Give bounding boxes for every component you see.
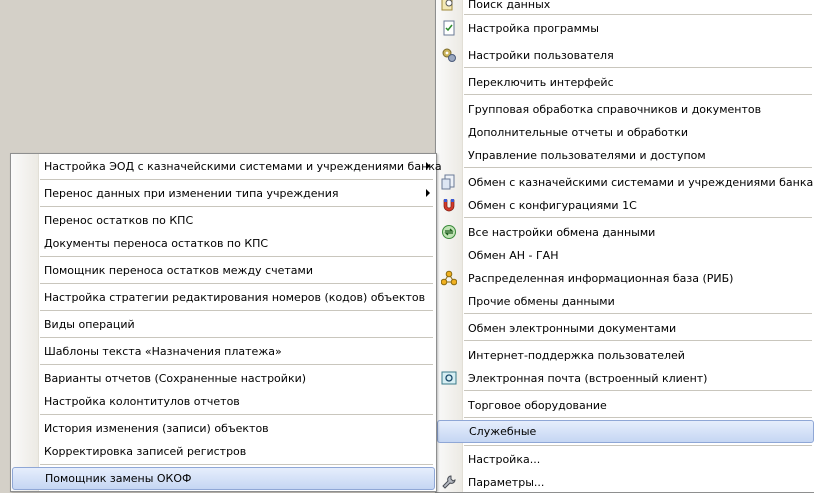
menu-separator <box>40 179 433 180</box>
menu-item-label: Виды операций <box>44 317 135 331</box>
submenu-item-payment-text-templates[interactable]: Шаблоны текста «Назначения платежа» <box>11 340 436 362</box>
menu-item-label: Обмен с казначейскими системами и учрежд… <box>468 175 814 189</box>
distributed-nodes-icon <box>441 270 457 286</box>
menu-item-1c-exchange[interactable]: Обмен с конфигурациями 1С <box>436 194 814 216</box>
submenu-item-report-headers-footers[interactable]: Настройка колонтитулов отчетов <box>11 390 436 412</box>
menu-item-label: Настройка... <box>468 452 541 466</box>
menu-separator <box>464 313 812 314</box>
menu-separator <box>464 14 812 15</box>
menu-item-label: Прочие обмены данными <box>468 294 615 308</box>
menu-item-user-management[interactable]: Управление пользователями и доступом <box>436 144 814 166</box>
menu-item-program-settings[interactable]: Настройка программы <box>436 17 814 39</box>
menu-item-label: Настройки пользователя <box>468 48 614 62</box>
service-submenu: Настройка ЭОД с казначейскими системами … <box>10 153 442 492</box>
menu-item-label: Групповая обработка справочников и докум… <box>468 102 762 116</box>
menu-item-distributed-infobase[interactable]: Распределенная информационная база (РИБ) <box>436 267 814 289</box>
submenu-item-data-transfer[interactable]: Перенос данных при изменении типа учрежд… <box>11 182 436 204</box>
menu-item-label: Служебные <box>469 425 537 438</box>
email-icon <box>441 371 457 385</box>
menu-item-label: Перенос данных при изменении типа учрежд… <box>44 186 339 200</box>
menu-item-other-exchanges[interactable]: Прочие обмены данными <box>436 290 814 312</box>
wrench-icon <box>442 475 456 489</box>
menu-item-label: Дополнительные отчеты и обработки <box>468 125 689 139</box>
menu-item-label: Распределенная информационная база (РИБ) <box>468 271 734 285</box>
menu-item-label: Электронная почта (встроенный клиент) <box>468 371 708 385</box>
magnifier-icon <box>441 0 453 11</box>
menu-item-label: Корректировка записей регистров <box>44 444 247 458</box>
menu-item-edocument-exchange[interactable]: Обмен электронными документами <box>436 317 814 339</box>
menu-separator <box>40 310 433 311</box>
menu-item-label: Настройка колонтитулов отчетов <box>44 394 240 408</box>
menu-separator <box>464 217 812 218</box>
submenu-arrow-icon <box>426 189 430 197</box>
menu-item-data-search[interactable]: Поиск данных <box>436 0 814 13</box>
settings-document-icon <box>443 20 455 36</box>
user-settings-gears-icon <box>442 48 456 62</box>
menu-item-treasury-exchange[interactable]: Обмен с казначейскими системами и учрежд… <box>436 171 814 193</box>
menu-item-group-processing[interactable]: Групповая обработка справочников и докум… <box>436 98 814 120</box>
submenu-arrow-icon <box>426 162 430 170</box>
menu-item-label: Перенос остатков по КПС <box>44 213 194 227</box>
menu-item-trade-equipment[interactable]: Торговое оборудование <box>436 394 814 416</box>
menu-separator <box>464 390 812 391</box>
submenu-item-numbering-strategy[interactable]: Настройка стратегии редактирования номер… <box>11 286 436 308</box>
menu-separator <box>464 167 812 168</box>
menu-item-label: Интернет-поддержка пользователей <box>468 348 685 362</box>
exchange-settings-icon <box>442 225 456 239</box>
submenu-item-kps-transfer-documents[interactable]: Документы переноса остатков по КПС <box>11 232 436 254</box>
submenu-item-register-correction[interactable]: Корректировка записей регистров <box>11 440 436 462</box>
menu-separator <box>40 256 433 257</box>
menu-item-label: Обмен АН - ГАН <box>468 248 559 262</box>
menu-item-label: Настройка стратегии редактирования номер… <box>44 290 426 304</box>
menu-item-label: Помощник переноса остатков между счетами <box>44 263 313 277</box>
treasury-exchange-icon <box>441 174 455 190</box>
menu-item-label: Шаблоны текста «Назначения платежа» <box>44 344 282 358</box>
menu-item-label: Настройка программы <box>468 21 599 35</box>
menu-item-label: Торговое оборудование <box>468 398 607 412</box>
menu-separator <box>464 445 812 446</box>
menu-item-parameters[interactable]: Параметры... <box>436 471 814 493</box>
menu-item-additional-reports[interactable]: Дополнительные отчеты и обработки <box>436 121 814 143</box>
menu-item-label: Все настройки обмена данными <box>468 225 656 239</box>
menu-item-internet-support[interactable]: Интернет-поддержка пользователей <box>436 344 814 366</box>
menu-item-label: Помощник замены ОКОФ <box>45 472 192 485</box>
menu-item-label: Обмен с конфигурациями 1С <box>468 198 637 212</box>
magnet-icon <box>443 199 455 212</box>
menu-item-switch-interface[interactable]: Переключить интерфейс <box>436 71 814 93</box>
menu-separator <box>464 417 812 418</box>
menu-item-user-settings[interactable]: Настройки пользователя <box>436 44 814 66</box>
menu-item-label: Документы переноса остатков по КПС <box>44 236 269 250</box>
menu-separator <box>40 283 433 284</box>
menu-item-all-exchange-settings[interactable]: Все настройки обмена данными <box>436 221 814 243</box>
menu-item-label: Переключить интерфейс <box>468 75 614 89</box>
submenu-item-account-transfer-wizard[interactable]: Помощник переноса остатков между счетами <box>11 259 436 281</box>
submenu-item-eod-settings[interactable]: Настройка ЭОД с казначейскими системами … <box>11 155 442 177</box>
menu-separator <box>40 206 433 207</box>
submenu-item-okof-replacement-wizard[interactable]: Помощник замены ОКОФ <box>12 467 435 490</box>
menu-item-email-client[interactable]: Электронная почта (встроенный клиент) <box>436 367 814 389</box>
menu-item-label: Варианты отчетов (Сохраненные настройки) <box>44 371 307 385</box>
submenu-item-report-variants[interactable]: Варианты отчетов (Сохраненные настройки) <box>11 367 436 389</box>
menu-separator <box>464 340 812 341</box>
submenu-item-kps-balance-transfer[interactable]: Перенос остатков по КПС <box>11 209 436 231</box>
menu-item-label: История изменения (записи) объектов <box>44 421 269 435</box>
menu-item-label: Настройка ЭОД с казначейскими системами … <box>44 159 442 173</box>
menu-item-label: Параметры... <box>468 475 545 489</box>
menu-item-an-gan-exchange[interactable]: Обмен АН - ГАН <box>436 244 814 266</box>
menu-separator <box>40 337 433 338</box>
menu-item-service[interactable]: Служебные <box>437 420 814 443</box>
menu-item-label: Поиск данных <box>468 0 551 11</box>
menu-separator <box>464 67 812 68</box>
menu-separator <box>464 94 812 95</box>
menu-item-customize[interactable]: Настройка... <box>436 448 814 470</box>
menu-separator <box>40 464 433 465</box>
menu-separator <box>40 414 433 415</box>
main-menu: Поиск данных Настройка программы Настрой… <box>435 0 814 493</box>
menu-separator <box>40 364 433 365</box>
submenu-item-operation-types[interactable]: Виды операций <box>11 313 436 335</box>
menu-item-label: Обмен электронными документами <box>468 321 677 335</box>
menu-item-label: Управление пользователями и доступом <box>468 148 706 162</box>
submenu-item-object-change-history[interactable]: История изменения (записи) объектов <box>11 417 436 439</box>
